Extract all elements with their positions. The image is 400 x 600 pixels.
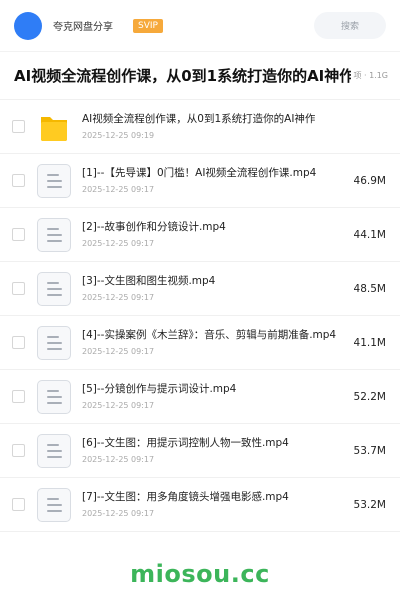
- file-info: [4]--实操案例《木兰辞》：音乐、剪辑与前期准备.mp4 2025-12-25 …: [82, 328, 342, 357]
- file-info: [7]--文生图：用多角度镜头增强电影感.mp4 2025-12-25 09:17: [82, 490, 342, 519]
- file-name[interactable]: AI视频全流程创作课，从0到1系统打造你的AI神作: [82, 112, 400, 127]
- file-row[interactable]: [6]--文生图：用提示词控制人物一致性.mp4 2025-12-25 09:17…: [0, 424, 400, 478]
- svip-badge: SVIP: [133, 18, 163, 33]
- file-size: 53.7M: [353, 444, 386, 457]
- file-date: 2025-12-25 09:17: [82, 347, 155, 356]
- avatar[interactable]: [14, 11, 42, 40]
- document-icon: [37, 433, 71, 468]
- row-checkbox[interactable]: [12, 390, 25, 403]
- document-icon: [37, 271, 71, 306]
- user-name: 夸克网盘分享: [53, 22, 113, 33]
- file-date: 2025-12-25 09:17: [82, 239, 155, 248]
- file-row[interactable]: AI视频全流程创作课，从0到1系统打造你的AI神作 2025-12-25 09:1…: [0, 100, 400, 154]
- folder-meta: 项 · 1.1G: [353, 71, 388, 80]
- document-icon: [37, 325, 71, 360]
- file-size: 52.2M: [353, 390, 386, 403]
- file-info: [1]--【先导课】0门槛！AI视频全流程创作课.mp4 2025-12-25 0…: [82, 166, 342, 195]
- file-date: 2025-12-25 09:17: [82, 455, 155, 464]
- file-row[interactable]: [1]--【先导课】0门槛！AI视频全流程创作课.mp4 2025-12-25 0…: [0, 154, 400, 208]
- file-row[interactable]: [7]--文生图：用多角度镜头增强电影感.mp4 2025-12-25 09:17…: [0, 478, 400, 532]
- search-input[interactable]: 搜索: [314, 12, 386, 39]
- file-date: 2025-12-25 09:17: [82, 293, 155, 302]
- file-row[interactable]: [3]--文生图和图生视频.mp4 2025-12-25 09:17 48.5M: [0, 262, 400, 316]
- row-checkbox[interactable]: [12, 336, 25, 349]
- file-size: 48.5M: [353, 282, 386, 295]
- file-size: 46.9M: [353, 174, 386, 187]
- watermark: miosou.cc: [130, 560, 270, 588]
- row-checkbox[interactable]: [12, 120, 25, 133]
- file-info: AI视频全流程创作课，从0到1系统打造你的AI神作 2025-12-25 09:1…: [82, 112, 400, 141]
- row-checkbox[interactable]: [12, 228, 25, 241]
- file-info: [2]--故事创作和分镜设计.mp4 2025-12-25 09:17: [82, 220, 342, 249]
- file-date: 2025-12-25 09:17: [82, 185, 155, 194]
- row-checkbox[interactable]: [12, 282, 25, 295]
- file-name[interactable]: [3]--文生图和图生视频.mp4: [82, 274, 342, 289]
- file-name[interactable]: [7]--文生图：用多角度镜头增强电影感.mp4: [82, 490, 342, 505]
- file-row[interactable]: [5]--分镜创作与提示词设计.mp4 2025-12-25 09:17 52.2M: [0, 370, 400, 424]
- file-row[interactable]: [2]--故事创作和分镜设计.mp4 2025-12-25 09:17 44.1M: [0, 208, 400, 262]
- row-checkbox[interactable]: [12, 174, 25, 187]
- document-icon: [37, 217, 71, 252]
- document-icon: [37, 379, 71, 414]
- file-name[interactable]: [4]--实操案例《木兰辞》：音乐、剪辑与前期准备.mp4: [82, 328, 342, 343]
- file-size: 41.1M: [353, 336, 386, 349]
- file-info: [5]--分镜创作与提示词设计.mp4 2025-12-25 09:17: [82, 382, 342, 411]
- file-date: 2025-12-25 09:19: [82, 131, 155, 140]
- folder-icon: [37, 110, 71, 144]
- row-checkbox[interactable]: [12, 498, 25, 511]
- file-size: 53.2M: [353, 498, 386, 511]
- folder-title-bar: AI视频全流程创作课，从0到1系统打造你的AI神作 项 · 1.1G: [0, 52, 400, 100]
- app-header: 夸克网盘分享 SVIP 搜索: [0, 0, 400, 52]
- page-title: AI视频全流程创作课，从0到1系统打造你的AI神作: [14, 67, 352, 85]
- file-name[interactable]: [2]--故事创作和分镜设计.mp4: [82, 220, 342, 235]
- file-name[interactable]: [5]--分镜创作与提示词设计.mp4: [82, 382, 342, 397]
- file-name[interactable]: [6]--文生图：用提示词控制人物一致性.mp4: [82, 436, 342, 451]
- file-date: 2025-12-25 09:17: [82, 401, 155, 410]
- file-date: 2025-12-25 09:17: [82, 509, 155, 518]
- file-info: [3]--文生图和图生视频.mp4 2025-12-25 09:17: [82, 274, 342, 303]
- row-checkbox[interactable]: [12, 444, 25, 457]
- file-info: [6]--文生图：用提示词控制人物一致性.mp4 2025-12-25 09:17: [82, 436, 342, 465]
- file-name[interactable]: [1]--【先导课】0门槛！AI视频全流程创作课.mp4: [82, 166, 342, 181]
- document-icon: [37, 487, 71, 522]
- file-row[interactable]: [4]--实操案例《木兰辞》：音乐、剪辑与前期准备.mp4 2025-12-25 …: [0, 316, 400, 370]
- document-icon: [37, 163, 71, 198]
- file-list: AI视频全流程创作课，从0到1系统打造你的AI神作 2025-12-25 09:1…: [0, 100, 400, 532]
- file-size: 44.1M: [353, 228, 386, 241]
